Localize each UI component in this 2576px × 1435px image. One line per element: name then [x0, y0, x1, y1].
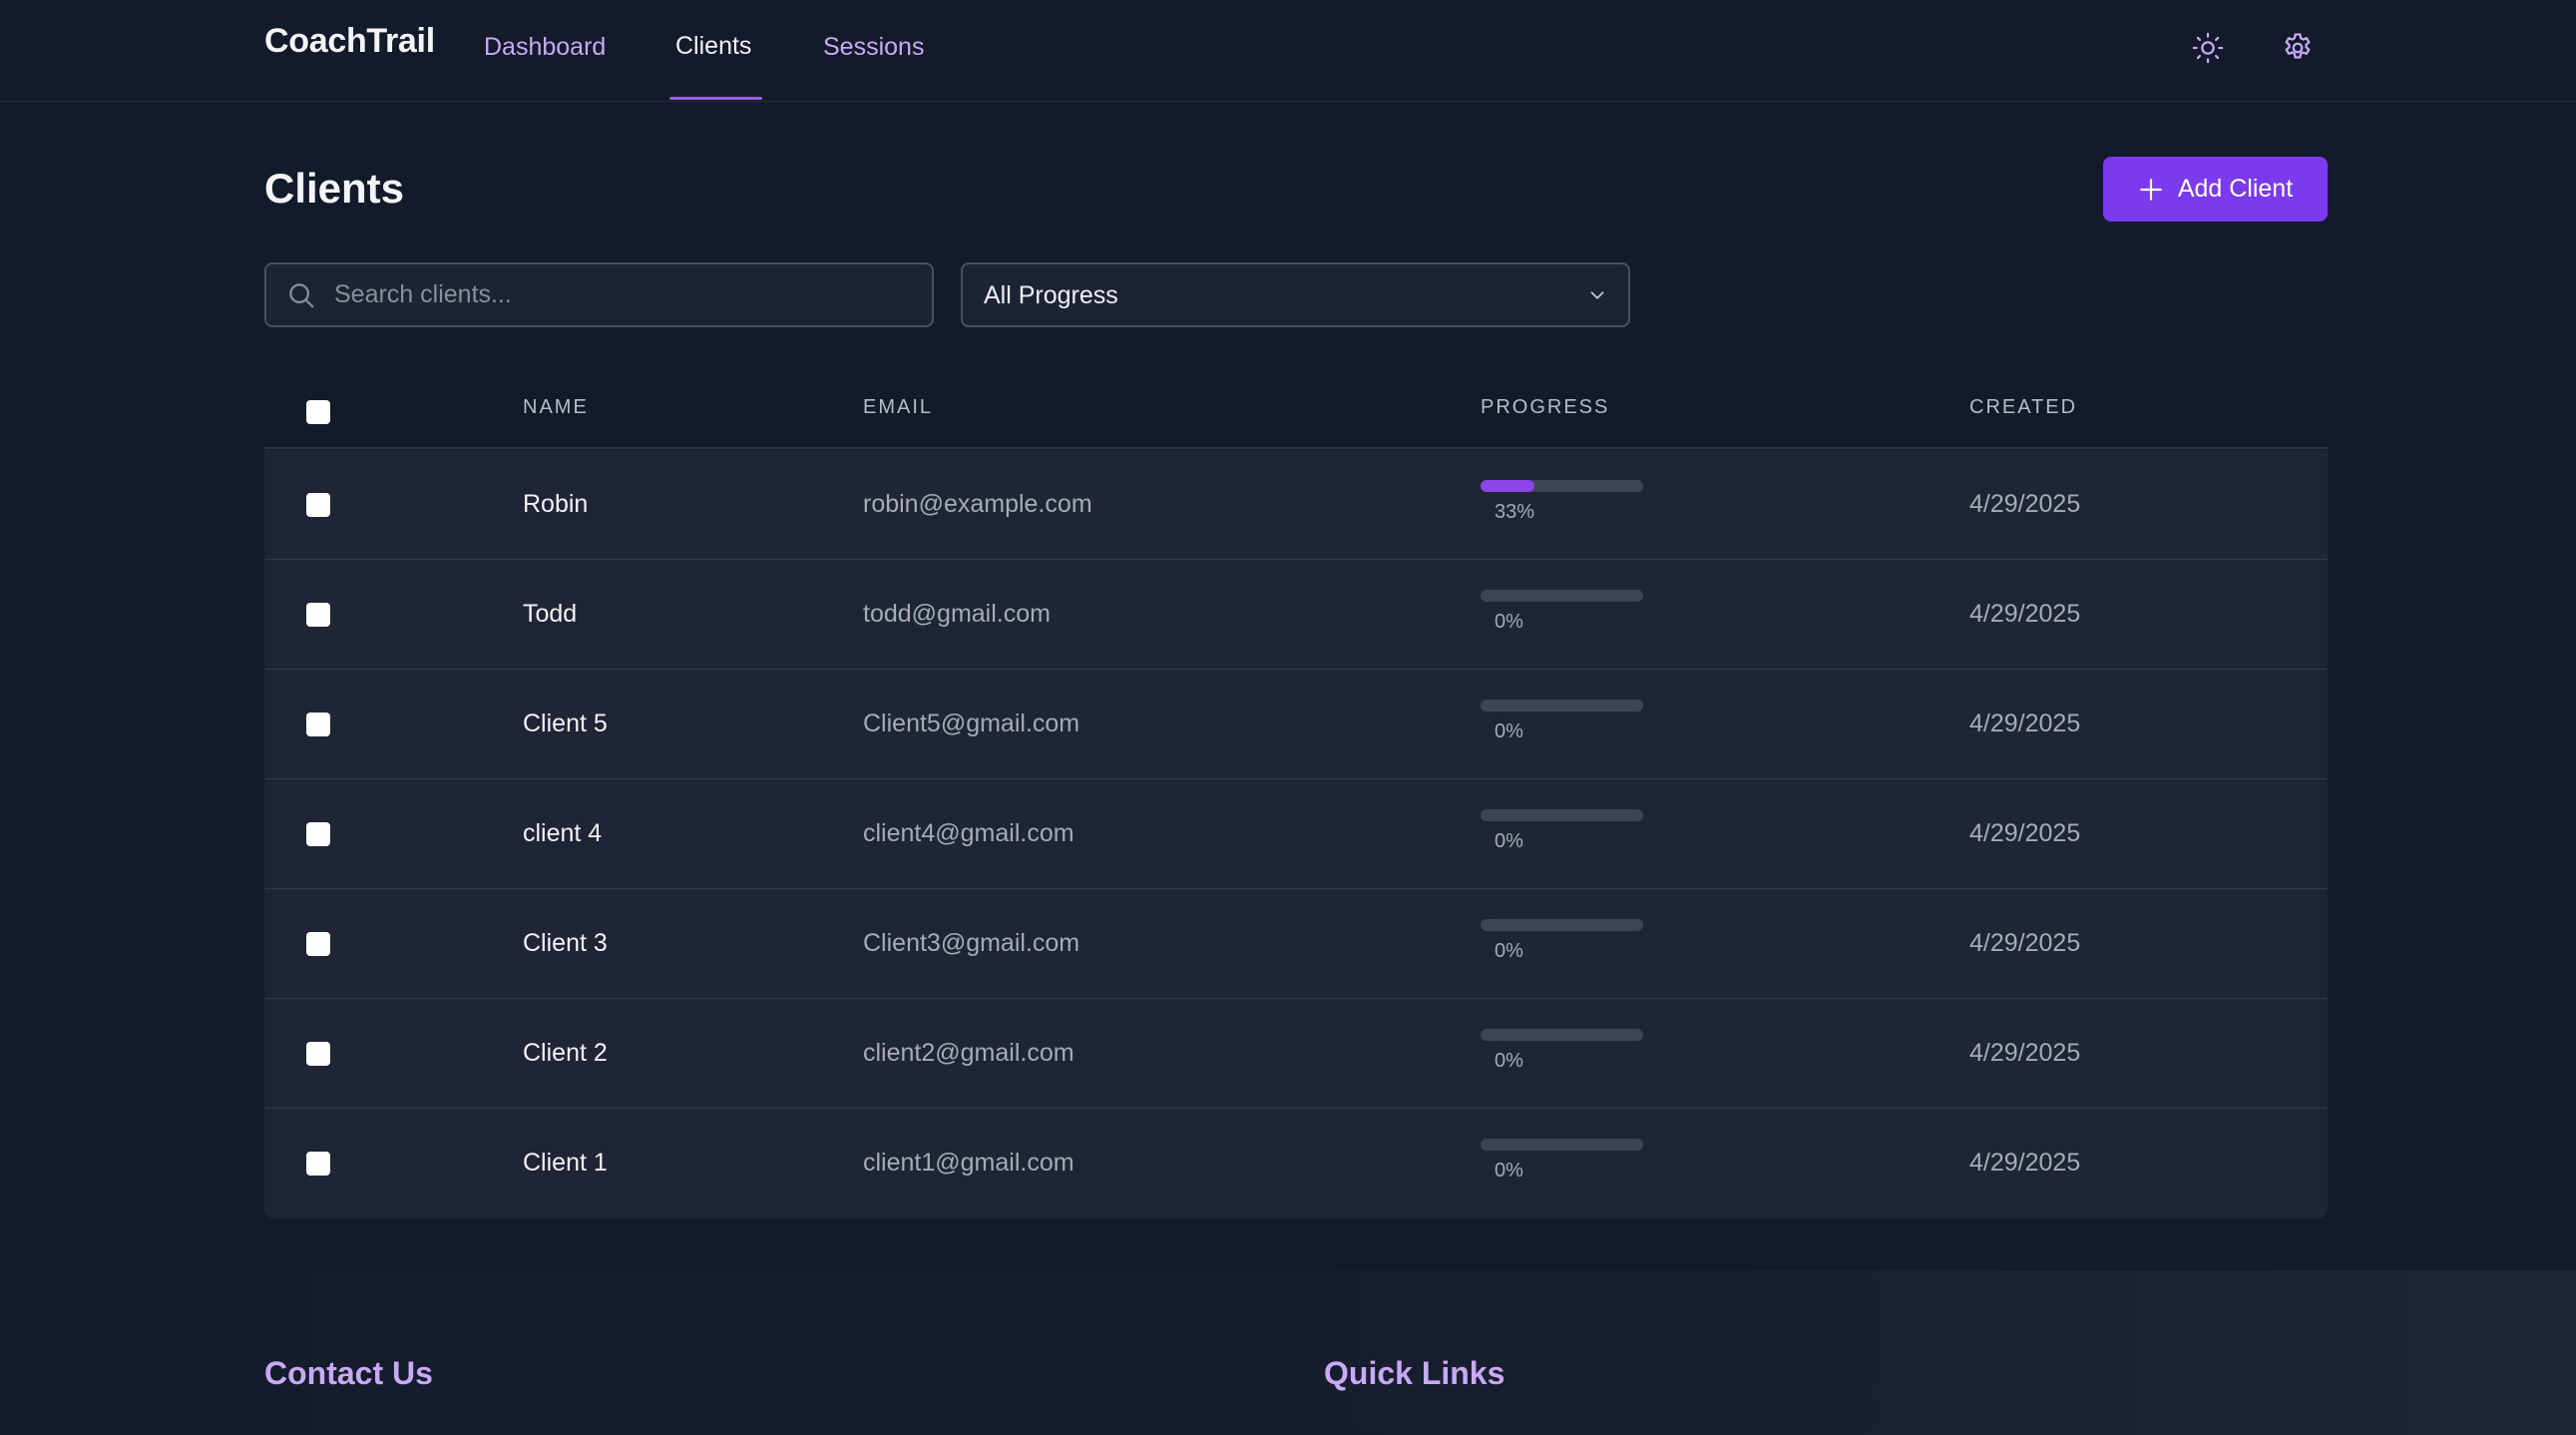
client-name: Todd [523, 600, 578, 628]
footer-quick-links-heading: Quick Links [1324, 1355, 1505, 1391]
nav-link-clients[interactable]: Clients [675, 32, 751, 61]
row-checkbox[interactable] [306, 713, 330, 736]
client-created-date: 4/29/2025 [1969, 600, 2081, 628]
header-email[interactable]: EMAIL [863, 396, 933, 419]
progress-percent: 0% [1495, 1050, 1523, 1072]
client-name: Client 3 [523, 929, 608, 957]
table-row[interactable]: Robin robin@example.com 4/29/2025 33% [264, 450, 2328, 560]
sun-icon [2192, 32, 2224, 64]
active-tab-indicator [669, 97, 762, 100]
add-client-button[interactable]: Add Client [2103, 157, 2328, 222]
client-email: Client5@gmail.com [863, 710, 1080, 737]
client-email: Client3@gmail.com [863, 929, 1080, 957]
client-email: client1@gmail.com [863, 1149, 1074, 1177]
table-row[interactable]: Todd todd@gmail.com 4/29/2025 0% [264, 560, 2328, 670]
client-created-date: 4/29/2025 [1969, 929, 2081, 957]
footer-contact-heading: Contact Us [264, 1355, 433, 1391]
progress-percent: 0% [1495, 830, 1523, 852]
progress-percent: 0% [1495, 940, 1523, 962]
nav-link-sessions[interactable]: Sessions [823, 33, 924, 62]
progress-bar [1481, 480, 1643, 492]
top-navbar: CoachTrail Dashboard Clients Sessions [0, 0, 2576, 102]
search-input[interactable] [334, 264, 923, 325]
client-name: Client 5 [523, 710, 608, 737]
add-client-label: Add Client [2177, 175, 2294, 203]
progress-bar-fill [1481, 480, 1534, 492]
table-row[interactable]: Client 1 client1@gmail.com 4/29/2025 0% [264, 1109, 2328, 1218]
header-created[interactable]: CREATED [1969, 396, 2077, 419]
nav-link-dashboard[interactable]: Dashboard [484, 33, 606, 62]
progress-bar [1481, 590, 1643, 602]
row-checkbox[interactable] [306, 932, 330, 956]
progress-percent: 0% [1495, 1160, 1523, 1182]
header-progress[interactable]: PROGRESS [1481, 396, 1609, 419]
client-created-date: 4/29/2025 [1969, 710, 2081, 737]
select-all-checkbox[interactable] [306, 400, 330, 424]
plus-icon [2139, 178, 2162, 201]
footer: Contact Us Quick Links [0, 1270, 2576, 1435]
progress-bar [1481, 1139, 1643, 1151]
theme-toggle-button[interactable] [2188, 28, 2228, 68]
table-row[interactable]: Client 5 Client5@gmail.com 4/29/2025 0% [264, 670, 2328, 779]
search-icon [289, 283, 314, 308]
table-header: NAME EMAIL PROGRESS CREATED [264, 369, 2328, 449]
client-name: Client 2 [523, 1039, 608, 1067]
client-email: robin@example.com [863, 490, 1092, 518]
settings-button[interactable] [2278, 28, 2318, 68]
row-checkbox[interactable] [306, 822, 330, 846]
row-checkbox[interactable] [306, 603, 330, 627]
client-email: client2@gmail.com [863, 1039, 1074, 1067]
progress-bar [1481, 919, 1643, 931]
header-name[interactable]: NAME [523, 396, 589, 419]
page-title: Clients [264, 165, 405, 212]
progress-bar [1481, 700, 1643, 712]
progress-bar [1481, 1029, 1643, 1041]
client-name: Robin [523, 490, 589, 518]
progress-filter-value: All Progress [984, 281, 1118, 309]
table-row[interactable]: Client 3 Client3@gmail.com 4/29/2025 0% [264, 889, 2328, 999]
client-email: todd@gmail.com [863, 600, 1051, 628]
client-name: Client 1 [523, 1149, 608, 1177]
client-created-date: 4/29/2025 [1969, 1039, 2081, 1067]
table-row[interactable]: Client 2 client2@gmail.com 4/29/2025 0% [264, 999, 2328, 1109]
client-created-date: 4/29/2025 [1969, 490, 2081, 518]
progress-filter-select[interactable]: All Progress [961, 262, 1630, 327]
search-box [264, 262, 934, 327]
row-checkbox[interactable] [306, 1152, 330, 1176]
client-created-date: 4/29/2025 [1969, 819, 2081, 847]
gear-icon [2285, 33, 2311, 59]
row-checkbox[interactable] [306, 493, 330, 517]
row-checkbox[interactable] [306, 1042, 330, 1066]
client-name: client 4 [523, 819, 603, 847]
clients-table: NAME EMAIL PROGRESS CREATED Robin robin@e… [264, 369, 2328, 1218]
client-email: client4@gmail.com [863, 819, 1074, 847]
progress-percent: 0% [1495, 720, 1523, 742]
progress-percent: 0% [1495, 611, 1523, 633]
client-created-date: 4/29/2025 [1969, 1149, 2081, 1177]
table-row[interactable]: client 4 client4@gmail.com 4/29/2025 0% [264, 779, 2328, 889]
progress-percent: 33% [1495, 501, 1535, 523]
chevron-down-icon [1590, 291, 1604, 299]
progress-bar [1481, 809, 1643, 821]
brand-logo[interactable]: CoachTrail [264, 22, 435, 61]
